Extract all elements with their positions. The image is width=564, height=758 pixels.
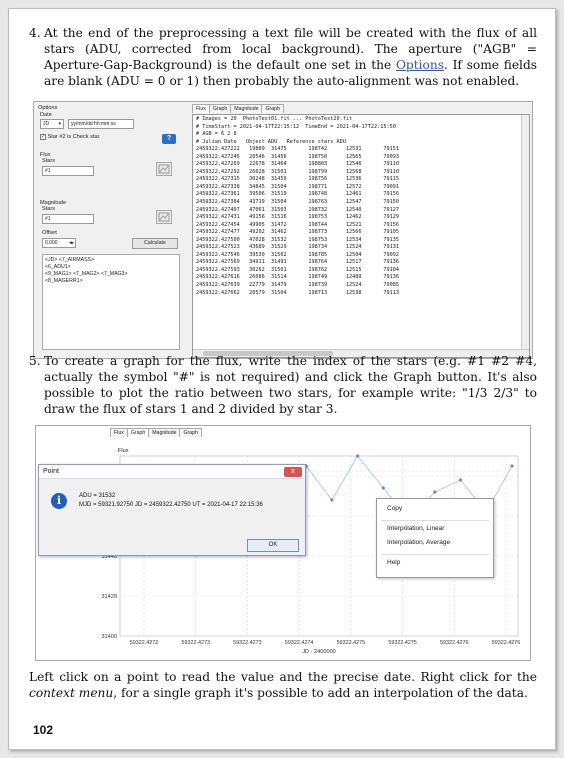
flux-data-content: # Images = 20 PhotoTest01.fit ... PhotoT…: [196, 116, 400, 296]
menu-separator: [381, 520, 489, 521]
paragraph-5-text: To create a graph for the flux, write th…: [44, 354, 537, 416]
dialog-title: Point: [39, 465, 305, 479]
tab-magnitude-graph[interactable]: Graph: [261, 104, 284, 113]
date-format-select[interactable]: yy/mm/dd hh:mm:ss: [68, 119, 134, 129]
options-label: Options: [38, 105, 58, 111]
menu-item-copy[interactable]: Copy: [387, 505, 402, 512]
magnitude-stars-label: Stars: [42, 206, 56, 212]
tab-flux-graph[interactable]: Graph: [208, 104, 232, 113]
graph-screenshot: FluxGraphMagnitudeGraph Flux 31480314603…: [35, 425, 531, 661]
options-panel: Options Date JD ▾ yy/mm/dd hh:mm:ss ✓ Sta…: [36, 104, 186, 354]
x-tick-label: 59322.4272: [130, 640, 158, 646]
offset-label: Offset: [42, 230, 57, 236]
vertical-scrollbar[interactable]: [521, 115, 529, 351]
paragraph-4-number: 4.: [29, 26, 41, 40]
menu-item-interpolation-linear[interactable]: Interpolation, Linear: [387, 525, 444, 532]
result-tabs: Flux Graph Magnitude Graph: [192, 104, 284, 114]
chart-icon: [158, 164, 170, 174]
stepper-icon: ◂▸: [68, 240, 74, 246]
message-date: MJD = 59321.92750 JD = 2459322.42750 UT …: [79, 502, 263, 508]
flux-stars-label: Stars: [42, 158, 56, 164]
magnitude-graph-button[interactable]: [156, 210, 172, 224]
date-label: Date: [40, 112, 52, 118]
chart-icon: [158, 212, 170, 222]
paragraph-last: Left click on a point to read the value …: [29, 669, 537, 701]
flux-stars-input[interactable]: #1: [42, 166, 94, 176]
flux-data-text[interactable]: # Images = 20 PhotoTest01.fit ... PhotoT…: [192, 114, 530, 358]
context-menu-term: context menu: [29, 686, 114, 700]
calculate-button[interactable]: Calculate: [132, 238, 178, 249]
x-tick-label: 59322.4275: [337, 640, 365, 646]
x-tick-label: 59322.4273: [233, 640, 261, 646]
x-tick-label: 59322.4276: [440, 640, 468, 646]
close-icon[interactable]: x: [284, 467, 302, 477]
paragraph-last-text-a: Left click on a point to read the value …: [29, 670, 537, 684]
paragraph-last-text-b: , for a single graph it's possible to ad…: [113, 686, 528, 700]
paragraph-4: 4. At the end of the preprocessing a tex…: [29, 25, 537, 89]
x-axis-title: JD - 2400000: [302, 649, 336, 655]
menu-separator: [381, 554, 489, 555]
info-icon: i: [51, 493, 67, 509]
menu-item-interpolation-average[interactable]: Interpolation, Average: [387, 539, 450, 546]
x-tick-label: 59322.4274: [285, 640, 313, 646]
page-number: 102: [33, 723, 54, 737]
point-dialog: Point x i ADU = 31532 MJD = 59321.92750 …: [38, 464, 306, 556]
tab-flux[interactable]: Flux: [192, 104, 210, 113]
message-adu: ADU = 31532: [79, 493, 116, 499]
date-type-select[interactable]: JD ▾: [40, 119, 64, 129]
preprocessing-screenshot: Options Date JD ▾ yy/mm/dd hh:mm:ss ✓ Sta…: [33, 101, 533, 359]
magnitude-stars-input[interactable]: #1: [42, 214, 94, 224]
paragraph-5: 5. To create a graph for the flux, write…: [29, 353, 537, 417]
y-tick-label: 31420: [101, 594, 117, 600]
ok-button[interactable]: OK: [247, 539, 299, 552]
flux-graph-button[interactable]: [156, 162, 172, 176]
help-icon[interactable]: ?: [162, 134, 176, 144]
x-tick-label: 59322.4275: [388, 640, 416, 646]
check-star-checkbox[interactable]: ✓ Star #2 is Check star: [40, 134, 99, 140]
chevron-down-icon: ▾: [58, 121, 61, 127]
x-tick-label: 59322.4276: [492, 640, 520, 646]
checkmark-icon: ✓: [40, 134, 46, 140]
options-link[interactable]: Options: [396, 58, 444, 72]
context-menu: Copy Interpolation, Linear Interpolation…: [376, 498, 494, 578]
document-page: 4. At the end of the preprocessing a tex…: [8, 8, 556, 750]
menu-item-help[interactable]: Help: [387, 559, 400, 566]
check-star-label: Star #2 is Check star: [47, 134, 100, 140]
paragraph-5-number: 5.: [29, 354, 41, 368]
offset-input[interactable]: 0.000 ◂▸: [42, 238, 76, 248]
y-tick-label: 31400: [101, 634, 117, 640]
x-tick-label: 59322.4273: [181, 640, 209, 646]
formula-textarea[interactable]: <JD> <7_AIRMASS> <6_ADU1> <9_MAG1> <7_MA…: [42, 254, 180, 350]
tab-magnitude[interactable]: Magnitude: [230, 104, 263, 113]
